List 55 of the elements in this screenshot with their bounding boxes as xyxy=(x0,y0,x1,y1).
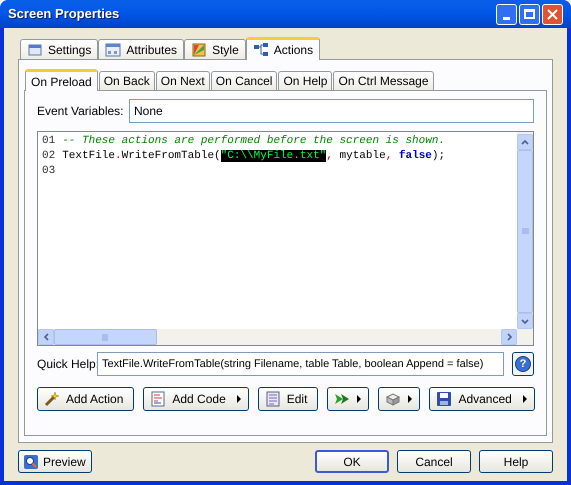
scroll-thumb[interactable] xyxy=(54,329,157,345)
tab[interactable]: On Back xyxy=(98,71,155,90)
action-button[interactable]: Add Code xyxy=(143,387,249,411)
minimize-button[interactable] xyxy=(496,4,517,24)
horizontal-scrollbar[interactable] xyxy=(38,329,517,345)
action-button[interactable]: Add Action xyxy=(37,387,134,411)
tab[interactable]: Settings xyxy=(20,39,98,59)
grip-icon xyxy=(522,228,528,235)
maximize-button[interactable] xyxy=(519,4,540,24)
code-line: TextFile.WriteFromTable("C:\\MyFile.txt", mytable, false); xyxy=(62,149,446,164)
dialog-button[interactable]: Cancel xyxy=(397,450,471,473)
scroll-left-button[interactable] xyxy=(38,329,54,345)
field-label: Event Variables: xyxy=(37,103,121,120)
vertical-scrollbar[interactable] xyxy=(517,132,533,329)
line-number: 03 xyxy=(42,164,56,179)
scroll-right-button[interactable] xyxy=(501,329,517,345)
tab[interactable]: Style xyxy=(184,39,246,59)
palette-icon xyxy=(191,42,208,58)
code-editor[interactable]: 01 -- These actions are performed before the screen is shown. 02 TextFile.WriteFromTable("C:\\MyFile.txt", mytable, false); 03 xyxy=(37,131,534,346)
double-arrow-icon xyxy=(334,391,350,407)
dialog-button[interactable]: Help xyxy=(479,450,553,473)
preview-button[interactable]: Preview xyxy=(18,450,92,473)
scroll-up-button[interactable] xyxy=(517,134,533,150)
action-button[interactable]: Edit xyxy=(258,387,318,411)
tab[interactable]: On Ctrl Message xyxy=(333,71,434,90)
icon-button[interactable] xyxy=(378,387,420,411)
flowchart-icon xyxy=(252,42,269,58)
help-button[interactable]: ? xyxy=(512,352,534,376)
close-icon xyxy=(547,8,558,20)
document-icon xyxy=(150,391,166,407)
box-icon xyxy=(385,391,402,407)
tab[interactable]: Actions xyxy=(246,37,320,60)
code-line: -- These actions are performed before the screen is shown. xyxy=(62,134,446,149)
magnifier-icon xyxy=(23,454,39,470)
event-variables-field[interactable]: None xyxy=(129,99,534,123)
quick-help-field[interactable]: TextFile.WriteFromTable(string Filename, table Table, boolean Append = false) xyxy=(97,352,504,376)
scroll-down-button[interactable] xyxy=(517,313,533,329)
tab[interactable]: Attributes xyxy=(98,39,184,59)
tab[interactable]: On Help xyxy=(278,71,332,90)
tab[interactable]: On Preload xyxy=(25,69,98,91)
magic-wand-icon xyxy=(44,391,60,407)
window-icon xyxy=(27,42,43,58)
tab[interactable]: On Next xyxy=(156,71,210,90)
window-title: Screen Properties xyxy=(8,5,120,24)
window-icon xyxy=(105,42,122,58)
line-number: 02 xyxy=(42,149,56,164)
scroll-thumb[interactable] xyxy=(517,150,533,313)
close-button[interactable] xyxy=(542,4,563,24)
list-document-icon xyxy=(264,391,281,407)
tab[interactable]: On Cancel xyxy=(210,71,278,90)
dialog-button[interactable]: OK xyxy=(315,450,389,473)
grip-icon xyxy=(102,334,109,340)
action-button[interactable]: Advanced xyxy=(429,387,535,411)
line-number: 01 xyxy=(42,134,56,149)
icon-button[interactable] xyxy=(327,387,370,411)
